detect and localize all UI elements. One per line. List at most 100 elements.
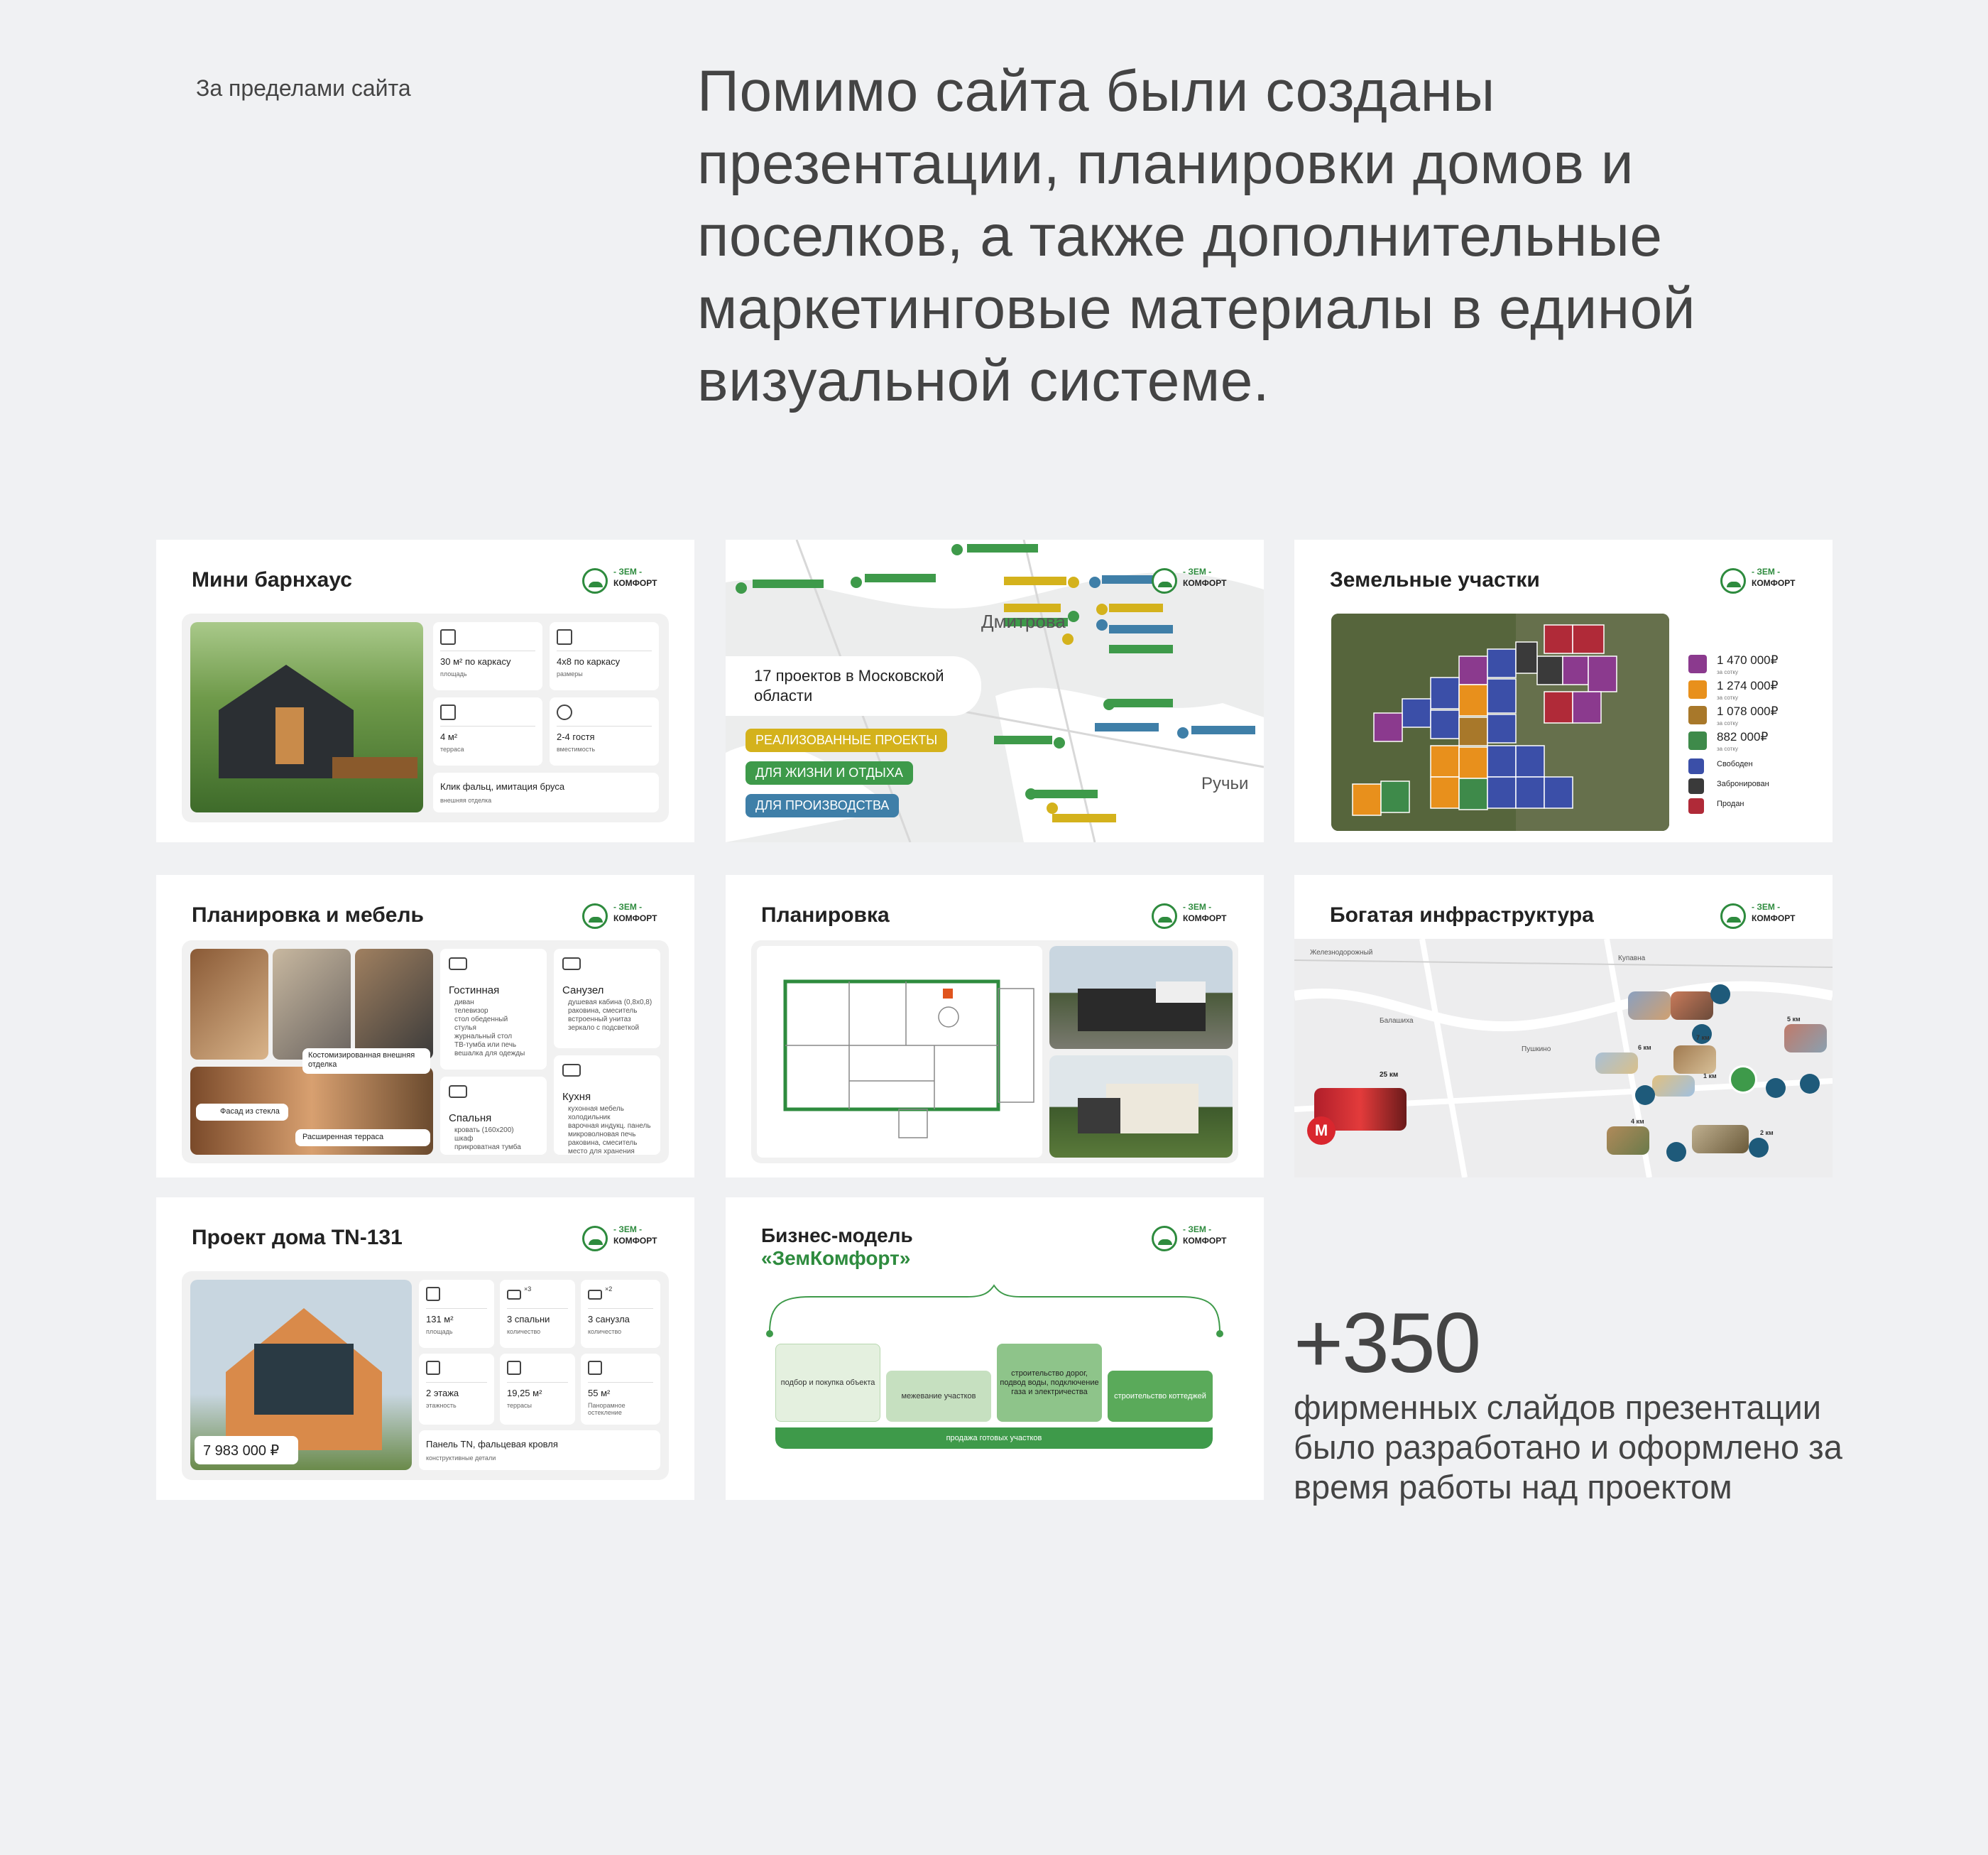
slide-business-model: Бизнес-модель «ЗемКомфорт» - ЗЕМ - КОМФОР…: [726, 1197, 1264, 1500]
room-card: Кухня кухонная мебель холодильник варочн…: [554, 1055, 660, 1155]
brand-logo: - ЗЕМ - КОМФОРТ: [582, 1224, 667, 1253]
stairs-icon: [426, 1361, 440, 1375]
feature-tag: Костомизированная внешняя отделка: [302, 1048, 430, 1074]
spec-card: 19,25 м² террасы: [500, 1354, 575, 1425]
room-card: Гостинная диван телевизор стол обеденный…: [440, 949, 547, 1070]
price-badge: 7 983 000 ₽: [195, 1436, 298, 1464]
house-render: [1049, 1055, 1233, 1158]
feature-tag: Фасад из стекла: [196, 1104, 288, 1121]
home-icon: [1729, 1065, 1757, 1094]
business-step: строительство дорог, подвод воды, подклю…: [997, 1344, 1102, 1422]
floor-plan-drawing: [757, 946, 1042, 1158]
horse-icon: [1800, 1074, 1820, 1094]
distance-label: 6 км: [1638, 1044, 1651, 1051]
brand-logo: - ЗЕМ - КОМФОРТ: [1152, 567, 1237, 595]
logo-icon: [582, 903, 608, 929]
spec-card: 4 м² терраса: [433, 697, 542, 766]
distance-label: 4 км: [1631, 1118, 1644, 1125]
logo-icon: [582, 568, 608, 594]
stat-value: +350: [1294, 1295, 1481, 1391]
kitchen-icon: [562, 1064, 581, 1077]
brand-logo: - ЗЕМ - КОМФОРТ: [582, 567, 667, 595]
logo-icon: [1720, 568, 1746, 594]
pill-living[interactable]: ДЛЯ ЖИЗНИ И ОТДЫХА: [746, 761, 913, 785]
distance-label: 2 км: [1760, 1129, 1774, 1136]
slide-layout-furniture: Планировка и мебель - ЗЕМ - КОМФОРТ Косто…: [156, 875, 694, 1177]
slide-projects-map: - ЗЕМ - КОМФОРТ Дмитрова Ручьи 17 проекто…: [726, 540, 1264, 842]
spec-card: 55 м² Панорамное остекление: [581, 1354, 660, 1425]
horse-icon: [1666, 1142, 1686, 1162]
spec-card-wide: Панель TN, фальцевая кровля конструктивны…: [419, 1430, 660, 1470]
distance-label: 7 км: [1696, 1034, 1710, 1041]
interior-photo: [355, 949, 433, 1060]
window-icon: [588, 1361, 602, 1375]
map-heading-box: 17 проектов в Московской области: [726, 656, 981, 716]
pill-realized[interactable]: РЕАЛИЗОВАННЫЕ ПРОЕКТЫ: [746, 729, 948, 752]
map-place-label: Ручьи: [1201, 774, 1249, 793]
brand-logo: - ЗЕМ - КОМФОРТ: [1720, 902, 1806, 930]
town-label: Железнодорожный: [1310, 949, 1373, 957]
logo-icon: [1152, 903, 1177, 929]
size-icon: [557, 629, 572, 645]
slide-title: Планировка: [761, 903, 890, 927]
spec-card-wide: Клик фальц, имитация бруса внешняя отделк…: [433, 773, 659, 812]
slide-infrastructure: Богатая инфраструктура - ЗЕМ - КОМФОРТ Же…: [1294, 875, 1833, 1177]
content-panel: Костомизированная внешняя отделка Фасад …: [182, 940, 669, 1163]
content-panel: 7 983 000 ₽ 131 м² площадь ×3 3 спальни ко…: [182, 1271, 669, 1480]
beach-icon: [1635, 1085, 1655, 1105]
sofa-icon: [449, 957, 467, 970]
slide-title: Проект дома TN-131: [192, 1226, 403, 1249]
headline: Помимо сайта были созданы презентации, п…: [697, 59, 1695, 413]
logo-icon: [1152, 568, 1177, 594]
pill-production[interactable]: ДЛЯ ПРОИЗВОДСТВА: [746, 794, 900, 817]
terrace-icon: [440, 705, 456, 720]
bus-icon: [1766, 1078, 1786, 1098]
spec-card: 30 м² по каркасу площадь: [433, 622, 542, 690]
house-photo: [190, 622, 423, 812]
brand-logo: - ЗЕМ - КОМФОРТ: [1152, 902, 1237, 930]
bed-icon: [507, 1290, 521, 1300]
guests-icon: [557, 705, 572, 720]
spec-card: 2 этажа этажность: [419, 1354, 494, 1425]
interior-photo: [190, 949, 268, 1060]
school-icon: [1710, 984, 1730, 1004]
slide-barnhouse: Мини барнхаус - ЗЕМ - КОМФОРТ 30 м² по к…: [156, 540, 694, 842]
slide-title: Богатая инфраструктура: [1330, 903, 1594, 927]
content-panel: [751, 940, 1238, 1163]
content-panel: 30 м² по каркасу площадь 4х8 по каркасу ра…: [182, 614, 669, 822]
distance-label: 5 км: [1787, 1016, 1801, 1023]
spec-card: ×3 3 спальни количество: [500, 1280, 575, 1348]
metro-icon: М: [1307, 1116, 1336, 1145]
distance-label: 25 км: [1380, 1071, 1399, 1079]
slide-tn131: Проект дома TN-131 - ЗЕМ - КОМФОРТ 7 983 …: [156, 1197, 694, 1500]
slide-floor-plan: Планировка - ЗЕМ - КОМФОРТ: [726, 875, 1264, 1177]
spec-card: 2-4 гостя вместимость: [550, 697, 659, 766]
feature-tag: Расширенная терраса: [295, 1129, 430, 1146]
interior-photo: [273, 949, 351, 1060]
logo-icon: [582, 1226, 608, 1251]
spec-card: 131 м² площадь: [419, 1280, 494, 1348]
distance-label: 1 км: [1703, 1072, 1717, 1079]
brand-logo: - ЗЕМ - КОМФОРТ: [1720, 567, 1806, 595]
slide-title: Земельные участки: [1330, 568, 1540, 592]
town-label: Пушкино: [1522, 1045, 1551, 1053]
house-render: [1049, 946, 1233, 1049]
spec-card: 4х8 по каркасу размеры: [550, 622, 659, 690]
area-icon: [426, 1287, 440, 1301]
stat-text: фирменных слайдов презентации было разра…: [1294, 1388, 1842, 1506]
room-card: Санузел душевая кабина (0,8х0,8) раковин…: [554, 949, 660, 1048]
logo-icon: [1720, 903, 1746, 929]
bath-icon: [562, 957, 581, 970]
brand-logo: - ЗЕМ - КОМФОРТ: [582, 902, 667, 930]
bed-icon: [449, 1085, 467, 1098]
town-label: Балашиха: [1380, 1017, 1414, 1025]
business-bar: продажа готовых участков: [775, 1427, 1213, 1449]
section-eyebrow: За пределами сайта: [196, 75, 411, 101]
town-label: Купавна: [1618, 954, 1646, 962]
room-card: Спальня кровать (160х200) шкаф прикроват…: [440, 1077, 547, 1155]
aerial-plot-map: [1331, 614, 1669, 831]
slide-title: Мини барнхаус: [192, 568, 352, 592]
store-icon: [1749, 1138, 1769, 1158]
business-step: межевание участков: [886, 1371, 991, 1422]
slide-title: Планировка и мебель: [192, 903, 424, 927]
